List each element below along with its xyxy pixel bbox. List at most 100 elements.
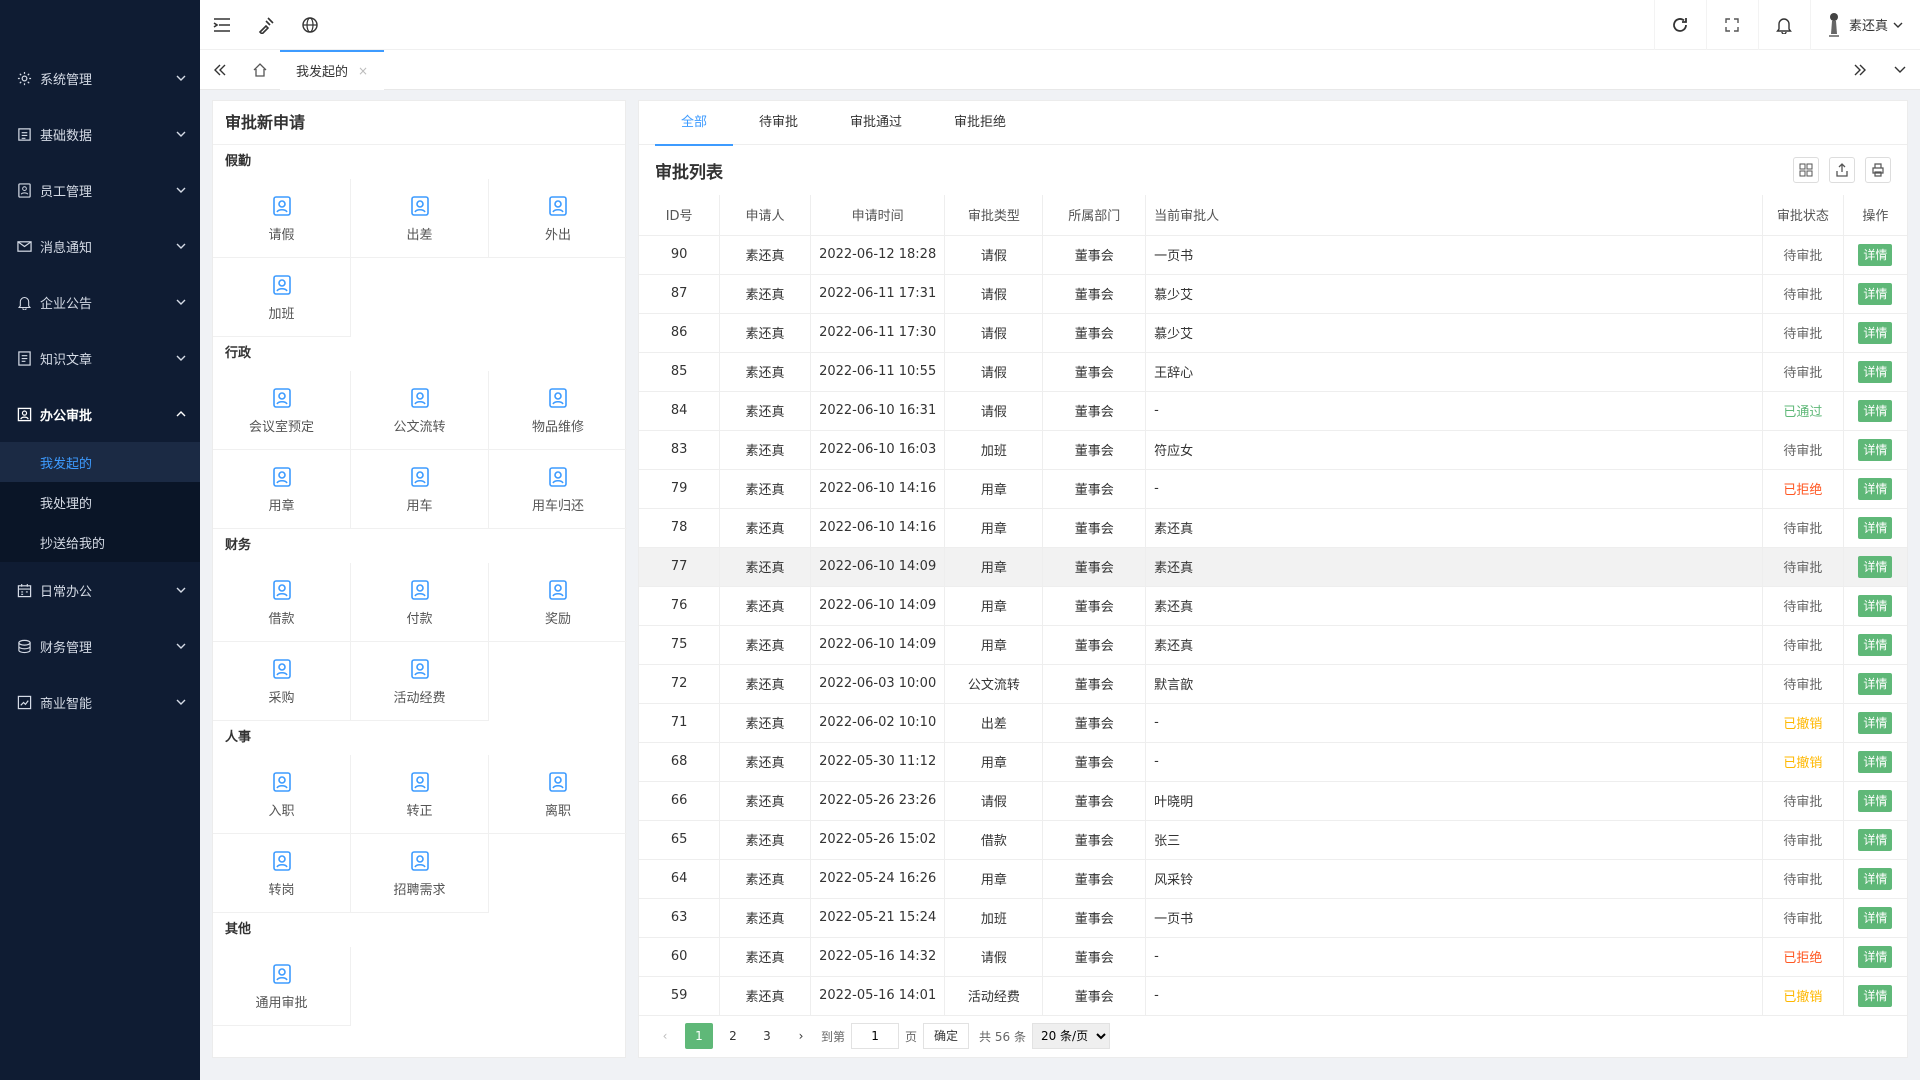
globe-icon[interactable]	[288, 0, 332, 50]
page-size-select[interactable]: 20 条/页	[1031, 1023, 1110, 1049]
table-row[interactable]: 77 素还真 2022-06-10 14:09 用章 董事会 素还真 待审批 详情	[639, 547, 1907, 587]
table-row[interactable]: 90 素还真 2022-06-12 18:28 请假 董事会 一页书 待审批 详情	[639, 235, 1907, 275]
detail-button[interactable]: 详情	[1858, 243, 1893, 266]
goto-page-input[interactable]	[851, 1023, 900, 1049]
detail-button[interactable]: 详情	[1858, 672, 1893, 695]
submenu-item-1[interactable]: 我处理的	[0, 482, 200, 522]
apply-item[interactable]: 借款	[213, 563, 351, 642]
table-row[interactable]: 75 素还真 2022-06-10 14:09 用章 董事会 素还真 待审批 详情	[639, 625, 1907, 665]
column-filter-icon[interactable]	[1793, 157, 1819, 183]
column-header[interactable]: 所属部门	[1042, 195, 1147, 236]
apply-item[interactable]: 用章	[213, 450, 351, 529]
table-row[interactable]: 68 素还真 2022-05-30 11:12 用章 董事会 - 已撤销 详情	[639, 742, 1907, 782]
table-row[interactable]: 84 素还真 2022-06-10 16:31 请假 董事会 - 已通过 详情	[639, 391, 1907, 431]
notification-bell-icon[interactable]	[1757, 0, 1810, 50]
table-row[interactable]: 87 素还真 2022-06-11 17:31 请假 董事会 慕少艾 待审批 详情	[639, 274, 1907, 314]
sidebar-item-8[interactable]: 财务管理	[0, 618, 200, 674]
detail-button[interactable]: 详情	[1858, 750, 1893, 773]
apply-item[interactable]: 转正	[351, 755, 489, 834]
detail-button[interactable]: 详情	[1858, 789, 1893, 812]
table-row[interactable]: 83 素还真 2022-06-10 16:03 加班 董事会 符应女 待审批 详情	[639, 430, 1907, 470]
detail-button[interactable]: 详情	[1858, 282, 1893, 305]
menu-toggle-icon[interactable]	[200, 0, 244, 50]
sidebar-item-1[interactable]: 基础数据	[0, 106, 200, 162]
table-row[interactable]: 66 素还真 2022-05-26 23:26 请假 董事会 叶晓明 待审批 详情	[639, 781, 1907, 821]
home-icon[interactable]	[240, 50, 280, 90]
detail-button[interactable]: 详情	[1858, 984, 1893, 1007]
apply-item[interactable]: 活动经费	[351, 642, 489, 721]
column-header[interactable]: 操作	[1843, 195, 1907, 236]
page-number-button[interactable]: 2	[719, 1023, 747, 1049]
sidebar-item-9[interactable]: 商业智能	[0, 674, 200, 730]
close-icon[interactable]: ×	[358, 64, 368, 78]
apply-item[interactable]: 通用审批	[213, 947, 351, 1026]
status-tab-1[interactable]: 待审批	[733, 101, 824, 145]
apply-item[interactable]: 物品维修	[489, 371, 627, 450]
detail-button[interactable]: 详情	[1858, 594, 1893, 617]
submenu-item-2[interactable]: 抄送给我的	[0, 522, 200, 562]
prev-page-button[interactable]: ‹	[651, 1023, 679, 1049]
page-number-button[interactable]: 1	[685, 1023, 713, 1049]
apply-item[interactable]: 用车	[351, 450, 489, 529]
apply-item[interactable]: 奖励	[489, 563, 627, 642]
tabs-scroll-right-icon[interactable]	[1840, 50, 1880, 90]
detail-button[interactable]: 详情	[1858, 633, 1893, 656]
apply-item[interactable]: 入职	[213, 755, 351, 834]
detail-button[interactable]: 详情	[1858, 477, 1893, 500]
table-row[interactable]: 85 素还真 2022-06-11 10:55 请假 董事会 王辞心 待审批 详情	[639, 352, 1907, 392]
apply-item[interactable]: 公文流转	[351, 371, 489, 450]
column-header[interactable]: 申请时间	[810, 195, 946, 236]
table-row[interactable]: 79 素还真 2022-06-10 14:16 用章 董事会 - 已拒绝 详情	[639, 469, 1907, 509]
column-header[interactable]: 申请人	[719, 195, 811, 236]
table-row[interactable]: 63 素还真 2022-05-21 15:24 加班 董事会 一页书 待审批 详情	[639, 898, 1907, 938]
table-row[interactable]: 71 素还真 2022-06-02 10:10 出差 董事会 - 已撤销 详情	[639, 703, 1907, 743]
tab-my-initiated[interactable]: 我发起的 ×	[280, 49, 385, 90]
table-row[interactable]: 76 素还真 2022-06-10 14:09 用章 董事会 素还真 待审批 详情	[639, 586, 1907, 626]
detail-button[interactable]: 详情	[1858, 828, 1893, 851]
apply-item[interactable]: 用车归还	[489, 450, 627, 529]
apply-item[interactable]: 外出	[489, 179, 627, 258]
column-header[interactable]: 审批类型	[944, 195, 1044, 236]
apply-item[interactable]: 转岗	[213, 834, 351, 913]
table-row[interactable]: 59 素还真 2022-05-16 14:01 活动经费 董事会 - 已撤销 详情	[639, 976, 1907, 1016]
clean-cache-icon[interactable]	[244, 0, 288, 50]
detail-button[interactable]: 详情	[1858, 945, 1893, 968]
table-row[interactable]: 65 素还真 2022-05-26 15:02 借款 董事会 张三 待审批 详情	[639, 820, 1907, 860]
apply-item[interactable]: 付款	[351, 563, 489, 642]
apply-item[interactable]: 招聘需求	[351, 834, 489, 913]
goto-confirm-button[interactable]: 确定	[923, 1023, 970, 1049]
sidebar-item-6[interactable]: 办公审批	[0, 386, 200, 442]
sidebar-item-2[interactable]: 员工管理	[0, 162, 200, 218]
page-number-button[interactable]: 3	[753, 1023, 781, 1049]
apply-item[interactable]: 加班	[213, 258, 351, 337]
fullscreen-icon[interactable]	[1705, 0, 1758, 50]
apply-item[interactable]: 请假	[213, 179, 351, 258]
detail-button[interactable]: 详情	[1858, 867, 1893, 890]
detail-button[interactable]: 详情	[1858, 906, 1893, 929]
sidebar-item-0[interactable]: 系统管理	[0, 50, 200, 106]
column-header[interactable]: 当前审批人	[1145, 195, 1764, 236]
detail-button[interactable]: 详情	[1858, 321, 1893, 344]
apply-item[interactable]: 离职	[489, 755, 627, 834]
sidebar-item-7[interactable]: 日常办公	[0, 562, 200, 618]
column-header[interactable]: 审批状态	[1762, 195, 1844, 236]
table-row[interactable]: 78 素还真 2022-06-10 14:16 用章 董事会 素还真 待审批 详情	[639, 508, 1907, 548]
status-tab-3[interactable]: 审批拒绝	[928, 101, 1032, 145]
tabs-more-chevron-icon[interactable]	[1880, 50, 1920, 90]
detail-button[interactable]: 详情	[1858, 360, 1893, 383]
apply-item[interactable]: 出差	[351, 179, 489, 258]
refresh-icon[interactable]	[1653, 0, 1706, 50]
detail-button[interactable]: 详情	[1858, 438, 1893, 461]
column-header[interactable]: ID号	[639, 195, 721, 236]
detail-button[interactable]: 详情	[1858, 555, 1893, 578]
print-icon[interactable]	[1865, 157, 1891, 183]
table-row[interactable]: 86 素还真 2022-06-11 17:30 请假 董事会 慕少艾 待审批 详情	[639, 313, 1907, 353]
apply-item[interactable]: 采购	[213, 642, 351, 721]
tabs-scroll-left-icon[interactable]	[200, 50, 240, 90]
detail-button[interactable]: 详情	[1858, 516, 1893, 539]
sidebar-item-5[interactable]: 知识文章	[0, 330, 200, 386]
sidebar-item-3[interactable]: 消息通知	[0, 218, 200, 274]
detail-button[interactable]: 详情	[1858, 399, 1893, 422]
submenu-item-0[interactable]: 我发起的	[0, 442, 200, 482]
status-tab-2[interactable]: 审批通过	[824, 101, 928, 145]
